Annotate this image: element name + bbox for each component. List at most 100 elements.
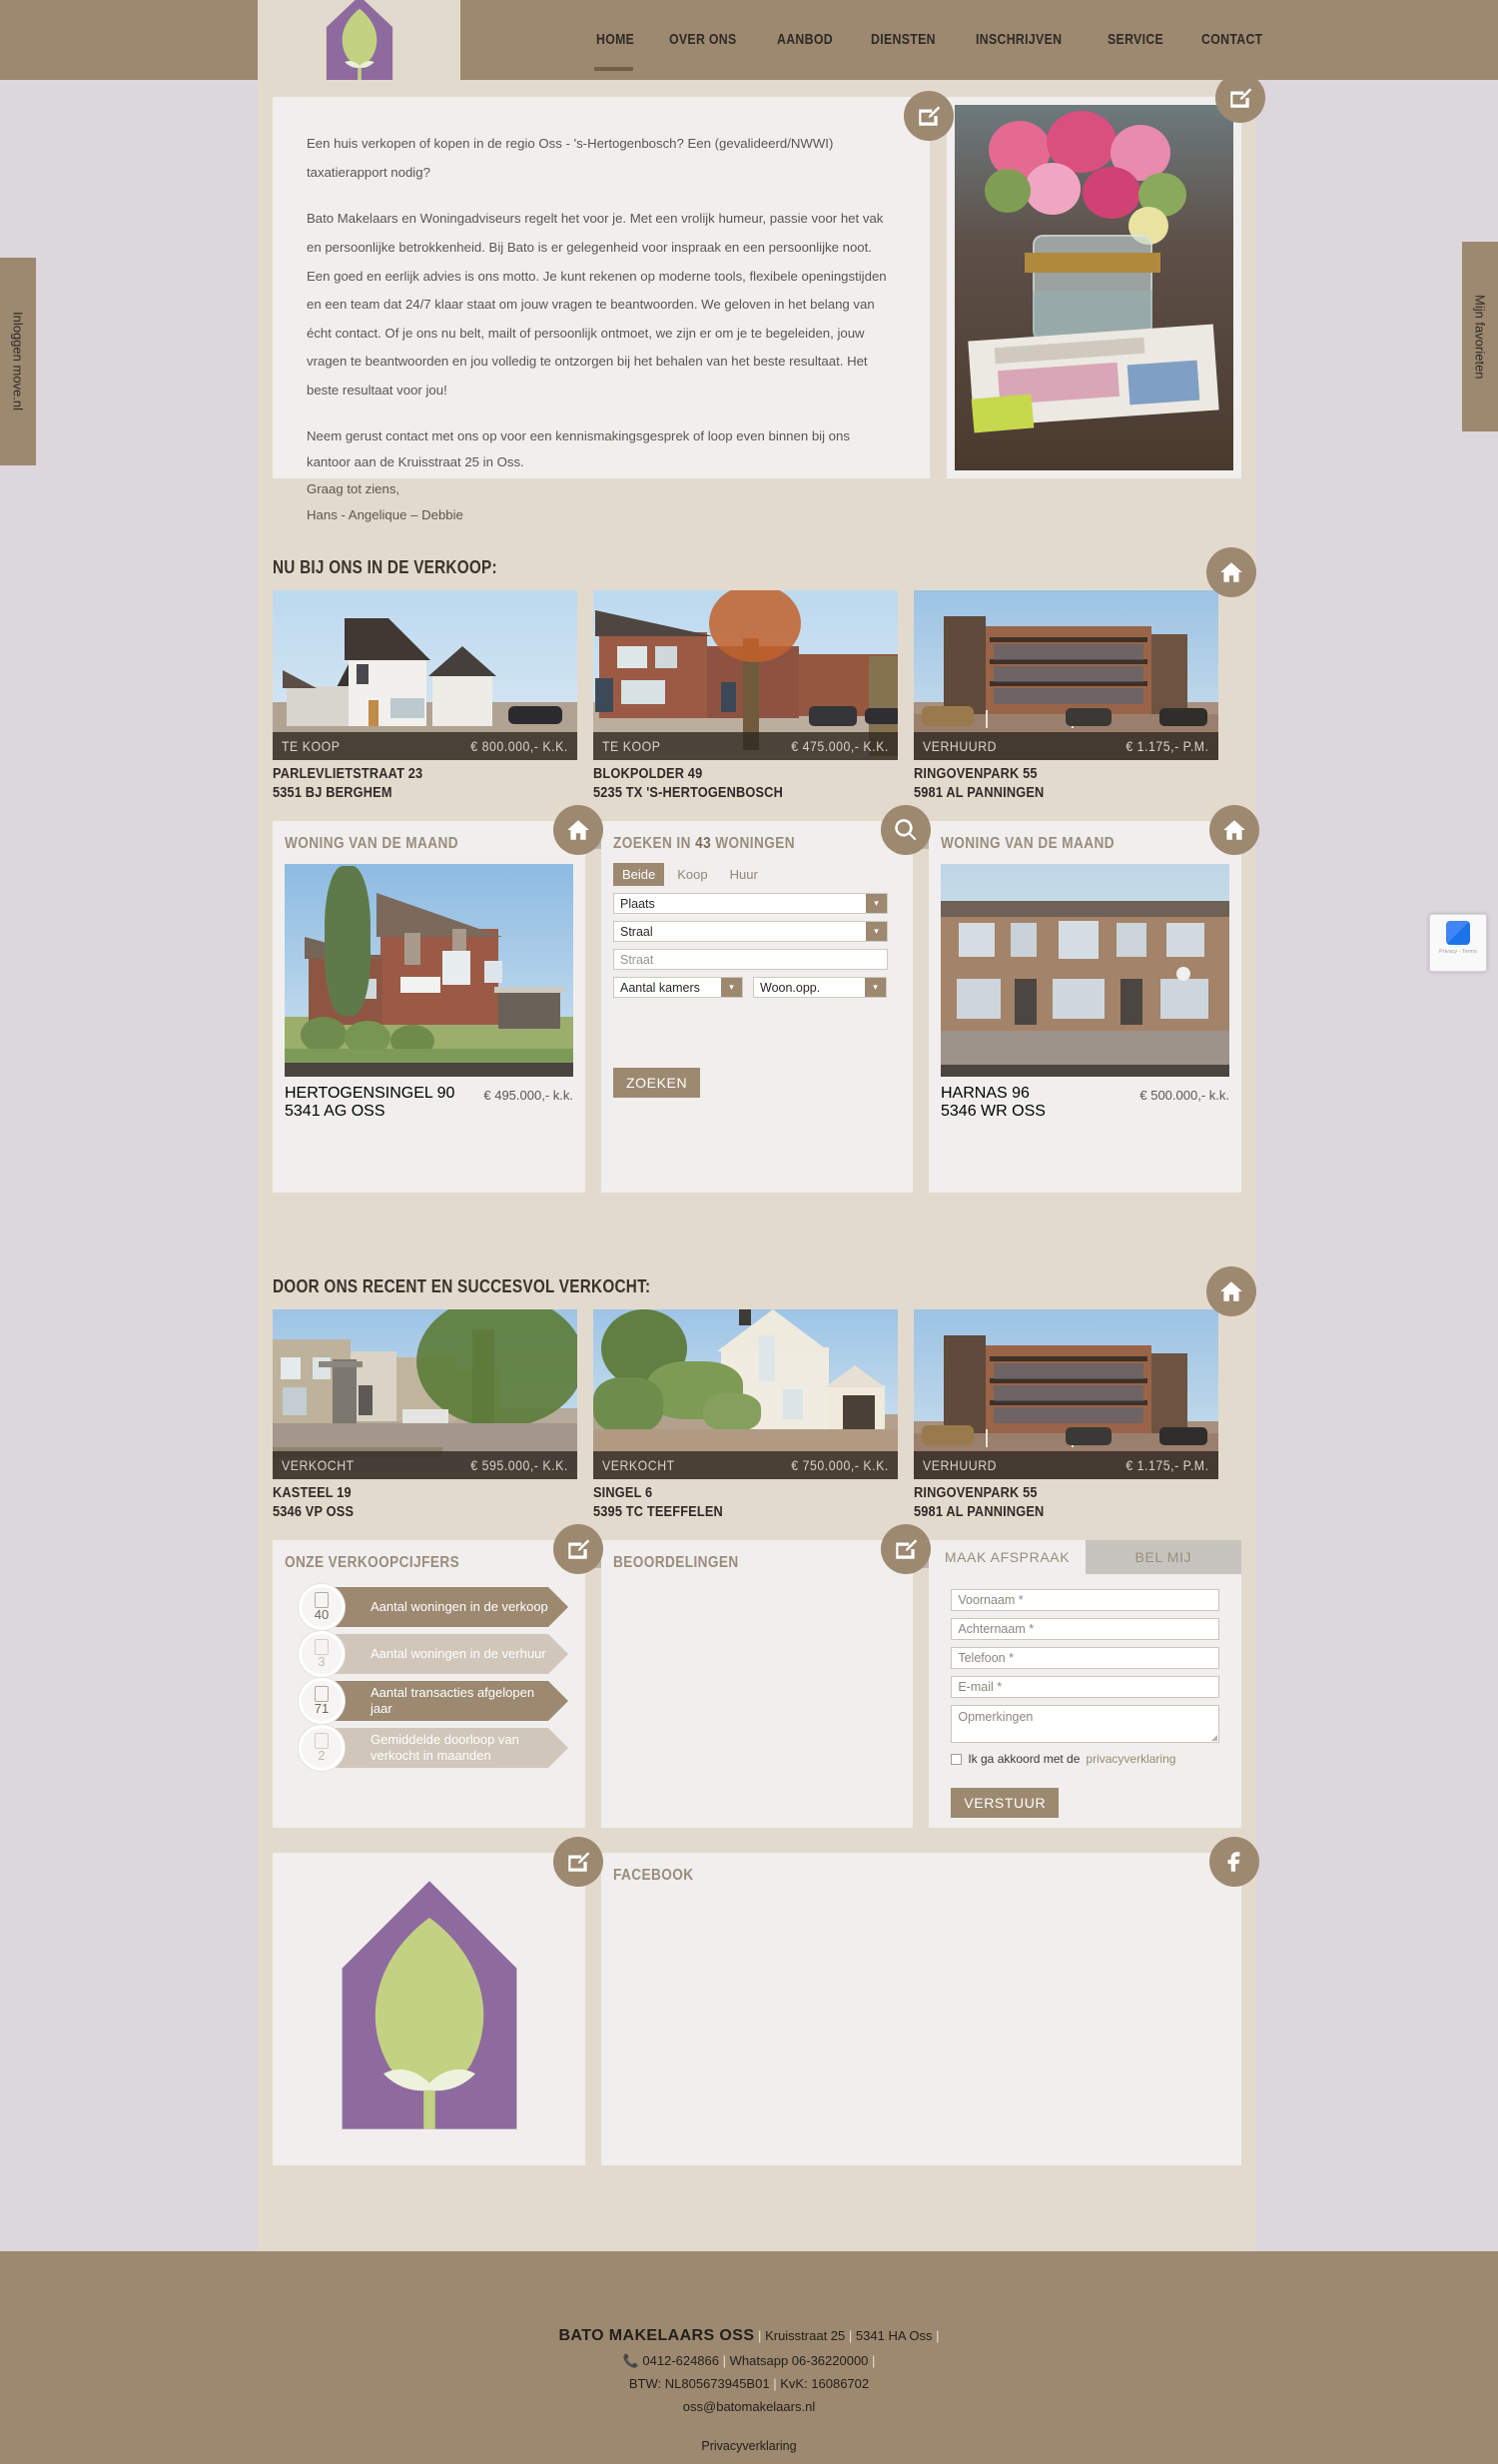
month-left-title: WONING VAN DE MAAND <box>285 835 459 852</box>
listing-photo[interactable]: VERKOCHT € 595.000,- K.K. <box>273 1309 577 1479</box>
month-panel-left: WONING VAN DE MAAND HERTOGENSINGEL 90 53… <box>273 805 603 1193</box>
search-street-input[interactable]: Straat <box>613 949 888 970</box>
nav-item-home[interactable]: HOME <box>594 31 645 71</box>
footer-whatsapp[interactable]: Whatsapp 06-36220000 <box>730 2353 869 2368</box>
search-rooms-select[interactable]: Aantal kamers ▾ <box>613 977 743 998</box>
search-radius-select[interactable]: Straal ▾ <box>613 921 888 942</box>
listing-card[interactable]: VERHUURD € 1.175,- P.M. RINGOVENPARK 55 … <box>914 590 1218 803</box>
listing-photo[interactable]: TE KOOP € 475.000,- K.K. <box>593 590 898 760</box>
footer-kvk: KvK: 16086702 <box>780 2375 870 2391</box>
edit-icon-intro[interactable] <box>904 91 954 141</box>
stat-bubble: 40 <box>299 1584 345 1630</box>
facebook-icon[interactable] <box>1209 1837 1259 1887</box>
home-icon-month-right[interactable] <box>1209 805 1259 855</box>
site-logo[interactable] <box>258 0 460 80</box>
contact-tab-appointment[interactable]: MAAK AFSPRAAK <box>929 1540 1086 1574</box>
remarks-placeholder: Opmerkingen <box>958 1710 1034 1724</box>
listing-card[interactable]: TE KOOP € 800.000,- K.K. PARLEVLIETSTRAA… <box>273 590 577 803</box>
search-place-select[interactable]: Plaats ▾ <box>613 893 888 914</box>
search-area-select[interactable]: Woon.opp. ▾ <box>753 977 887 998</box>
sidetab-favorites-label: Mijn favorieten <box>1472 294 1488 380</box>
recaptcha-badge[interactable]: Privacy - Terms <box>1429 914 1487 972</box>
main-nav: HOME OVER ONS AANBOD DIENSTEN INSCHRIJVE… <box>594 0 1278 80</box>
listing-photo[interactable]: VERHUURD € 1.175,- P.M. <box>914 590 1218 760</box>
month-right-city: 5346 WR OSS <box>941 1103 1046 1120</box>
footer-email[interactable]: oss@batomakelaars.nl <box>0 2396 1498 2419</box>
edit-icon-logo-panel[interactable] <box>553 1837 603 1887</box>
listing-city: 5395 TC TEEFFELEN <box>593 1504 723 1521</box>
nav-link-service[interactable]: SERVICE <box>1108 31 1163 48</box>
footer-privacy-link[interactable]: Privacyverklaring <box>0 2436 1498 2458</box>
nav-item-over-ons[interactable]: OVER ONS <box>667 31 753 49</box>
stats-title: ONZE VERKOOPCIJFERS <box>285 1554 460 1571</box>
month-right-photo[interactable] <box>941 864 1229 1077</box>
privacy-link[interactable]: privacyverklaring <box>1086 1752 1175 1766</box>
consent-row[interactable]: Ik ga akkoord met de privacyverklaring <box>951 1752 1219 1766</box>
edit-icon-reviews[interactable] <box>881 1524 932 1574</box>
intro-lead: Een huis verkopen of kopen in de regio O… <box>307 136 834 180</box>
edit-icon-stats[interactable] <box>552 1524 603 1574</box>
listing-photo[interactable]: TE KOOP € 800.000,- K.K. <box>273 590 577 760</box>
search-tab-beide[interactable]: Beide <box>613 863 665 886</box>
email-field[interactable]: E-mail * <box>951 1676 1219 1698</box>
remarks-field[interactable]: Opmerkingen <box>951 1705 1219 1743</box>
search-title: ZOEKEN IN 43 WONINGEN <box>613 835 858 853</box>
nav-link-contact[interactable]: CONTACT <box>1201 31 1263 48</box>
phone-field[interactable]: Telefoon * <box>951 1647 1219 1669</box>
search-icon-badge[interactable] <box>881 805 931 855</box>
contact-submit-button[interactable]: VERSTUUR <box>951 1788 1060 1818</box>
listing-photo[interactable]: VERKOCHT € 750.000,- K.K. <box>593 1309 898 1479</box>
listing-card[interactable]: TE KOOP € 475.000,- K.K. BLOKPOLDER 49 5… <box>593 590 898 803</box>
first-name-placeholder: Voornaam * <box>958 1593 1024 1607</box>
search-tab-koop[interactable]: Koop <box>668 863 716 886</box>
resize-handle-icon[interactable] <box>1211 1735 1217 1741</box>
search-title-pre: ZOEKEN IN <box>613 835 696 852</box>
home-icon-month-left[interactable] <box>553 805 603 855</box>
nav-item-contact[interactable]: CONTACT <box>1199 31 1278 49</box>
month-left-city: 5341 AG OSS <box>285 1103 385 1120</box>
consent-checkbox[interactable] <box>951 1753 963 1765</box>
stat-bubble: 71 <box>299 1678 345 1724</box>
nav-link-over-ons[interactable]: OVER ONS <box>669 31 737 48</box>
last-name-field[interactable]: Achternaam * <box>951 1618 1219 1640</box>
month-left-photo[interactable] <box>285 864 573 1077</box>
sidetab-login[interactable]: Inloggen move.nl <box>0 258 36 465</box>
nav-item-aanbod[interactable]: AANBOD <box>775 31 847 49</box>
edit-icon-photo[interactable] <box>1215 73 1265 123</box>
search-tab-huur[interactable]: Huur <box>721 863 767 886</box>
nav-link-inschrijven[interactable]: INSCHRIJVEN <box>976 31 1062 48</box>
month-right-title: WONING VAN DE MAAND <box>941 835 1116 852</box>
search-submit-button[interactable]: ZOEKEN <box>613 1068 701 1098</box>
stat-row: Aantal transacties afgelopen jaar 71 <box>285 1678 573 1724</box>
listing-card[interactable]: VERHUURD € 1.175,- P.M. RINGOVENPARK 55 … <box>914 1309 1218 1522</box>
nav-link-aanbod[interactable]: AANBOD <box>777 31 833 48</box>
intro-text: Een huis verkopen of kopen in de regio O… <box>273 97 930 548</box>
site-footer: BATO MAKELAARS OSS | Kruisstraat 25 | 53… <box>0 2251 1498 2464</box>
listing-photo[interactable]: VERHUURD € 1.175,- P.M. <box>914 1309 1218 1479</box>
first-name-field[interactable]: Voornaam * <box>951 1589 1219 1611</box>
sidetab-favorites[interactable]: Mijn favorieten <box>1462 242 1498 431</box>
bato-tree-logo-large-icon <box>342 1880 516 2129</box>
intro-card: Een huis verkopen of kopen in de regio O… <box>273 91 954 522</box>
nav-item-service[interactable]: SERVICE <box>1106 31 1177 49</box>
chevron-down-icon: ▾ <box>721 978 742 997</box>
contact-tab-callme[interactable]: BEL MIJ <box>1085 1540 1241 1574</box>
footer-postal: 5341 HA Oss <box>855 2328 933 2343</box>
contact-tabs: MAAK AFSPRAAK BEL MIJ <box>929 1540 1241 1574</box>
home-icon-for-sale[interactable] <box>1206 547 1256 597</box>
month-left-price: € 495.000,- k.k. <box>483 1088 573 1103</box>
footer-phone[interactable]: 0412-624866 <box>642 2353 719 2368</box>
nav-link-home[interactable]: HOME <box>596 31 634 48</box>
nav-item-inschrijven[interactable]: INSCHRIJVEN <box>974 31 1083 49</box>
listing-card[interactable]: VERKOCHT € 595.000,- K.K. KASTEEL 19 534… <box>273 1309 577 1522</box>
listing-ribbon: VERKOCHT € 750.000,- K.K. <box>593 1451 898 1479</box>
nav-item-diensten[interactable]: DIENSTEN <box>869 31 952 49</box>
listing-status: TE KOOP <box>282 738 341 754</box>
facebook-title: FACEBOOK <box>613 1867 694 1884</box>
search-type-tabs: Beide Koop Huur <box>613 863 901 886</box>
stat-value: 2 <box>318 1748 326 1763</box>
listing-card[interactable]: VERKOCHT € 750.000,- K.K. SINGEL 6 5395 … <box>593 1309 898 1522</box>
home-icon-sold[interactable] <box>1206 1266 1256 1316</box>
nav-link-diensten[interactable]: DIENSTEN <box>871 31 936 48</box>
footer-line-3: BTW: NL805673945B01 | KvK: 16086702 <box>628 2375 870 2391</box>
